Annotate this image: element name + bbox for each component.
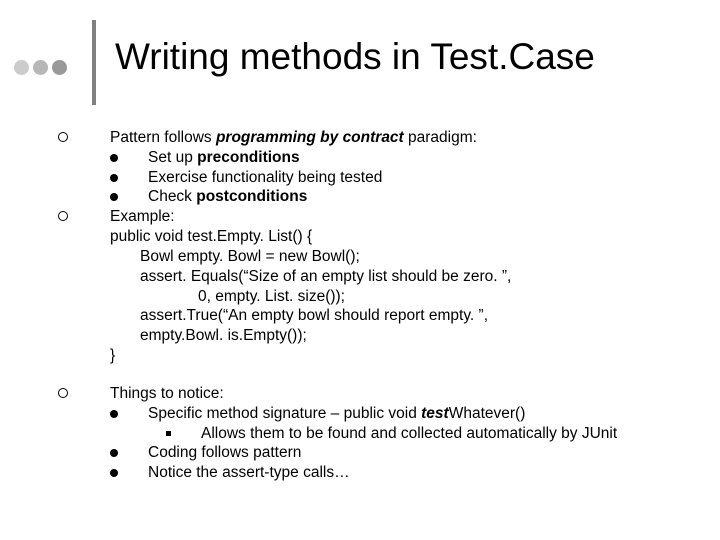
bullet-level1: Things to notice: — [58, 384, 700, 404]
bullet-level2: Specific method signature – public void … — [58, 404, 700, 424]
circle-bullet-icon — [58, 211, 68, 221]
bullet-text: Pattern follows programming by contract … — [110, 128, 477, 148]
bullet-text: Set up preconditions — [148, 148, 300, 168]
vertical-bar — [92, 20, 96, 105]
bullet-level1: Example: — [58, 207, 700, 227]
text: Set up — [148, 149, 197, 166]
code-line: Bowl empty. Bowl = new Bowl(); — [58, 247, 700, 267]
text-emphasis: test — [421, 405, 449, 422]
dot-icon — [52, 60, 67, 75]
bullet-text: Exercise functionality being tested — [148, 168, 382, 188]
bullet-level2: Coding follows pattern — [58, 443, 700, 463]
bullet-text: Example: — [110, 207, 175, 227]
decorative-dots — [14, 60, 67, 75]
bullet-level3: Allows them to be found and collected au… — [58, 424, 700, 444]
code-line: assert. Equals(“Size of an empty list sh… — [58, 267, 700, 287]
dot-icon — [14, 60, 29, 75]
bullet-text: Allows them to be found and collected au… — [201, 424, 617, 444]
disc-bullet-icon — [110, 154, 118, 162]
dot-icon — [33, 60, 48, 75]
code-line: public void test.Empty. List() { — [58, 227, 700, 247]
bullet-text: Notice the assert-type calls… — [148, 463, 350, 483]
text-bold: preconditions — [197, 149, 299, 166]
disc-bullet-icon — [110, 193, 118, 201]
slide-title: Writing methods in Test.Case — [115, 36, 595, 78]
code-line: } — [58, 346, 700, 366]
text: paradigm: — [404, 129, 477, 146]
bullet-level2: Notice the assert-type calls… — [58, 463, 700, 483]
square-bullet-icon — [166, 431, 171, 436]
text: Whatever() — [449, 405, 526, 422]
disc-bullet-icon — [110, 469, 118, 477]
disc-bullet-icon — [110, 449, 118, 457]
text: Specific method signature – public void — [148, 405, 421, 422]
code-line: empty.Bowl. is.Empty()); — [58, 326, 700, 346]
bullet-level2: Exercise functionality being tested — [58, 168, 700, 188]
disc-bullet-icon — [110, 174, 118, 182]
text: Check — [148, 188, 196, 205]
circle-bullet-icon — [58, 388, 68, 398]
disc-bullet-icon — [110, 410, 118, 418]
text-emphasis: programming by contract — [216, 129, 404, 146]
bullet-text: Check postconditions — [148, 187, 307, 207]
circle-bullet-icon — [58, 132, 68, 142]
bullet-text: Things to notice: — [110, 384, 224, 404]
text: Pattern follows — [110, 129, 216, 146]
slide-body: Pattern follows programming by contract … — [58, 128, 700, 483]
code-line: 0, empty. List. size()); — [58, 287, 700, 307]
bullet-level1: Pattern follows programming by contract … — [58, 128, 700, 148]
slide: Writing methods in Test.Case Pattern fol… — [0, 0, 720, 540]
bullet-text: Specific method signature – public void … — [148, 404, 525, 424]
text-bold: postconditions — [196, 188, 307, 205]
bullet-text: Coding follows pattern — [148, 443, 301, 463]
bullet-level2: Check postconditions — [58, 187, 700, 207]
code-line: assert.True(“An empty bowl should report… — [58, 306, 700, 326]
bullet-level2: Set up preconditions — [58, 148, 700, 168]
